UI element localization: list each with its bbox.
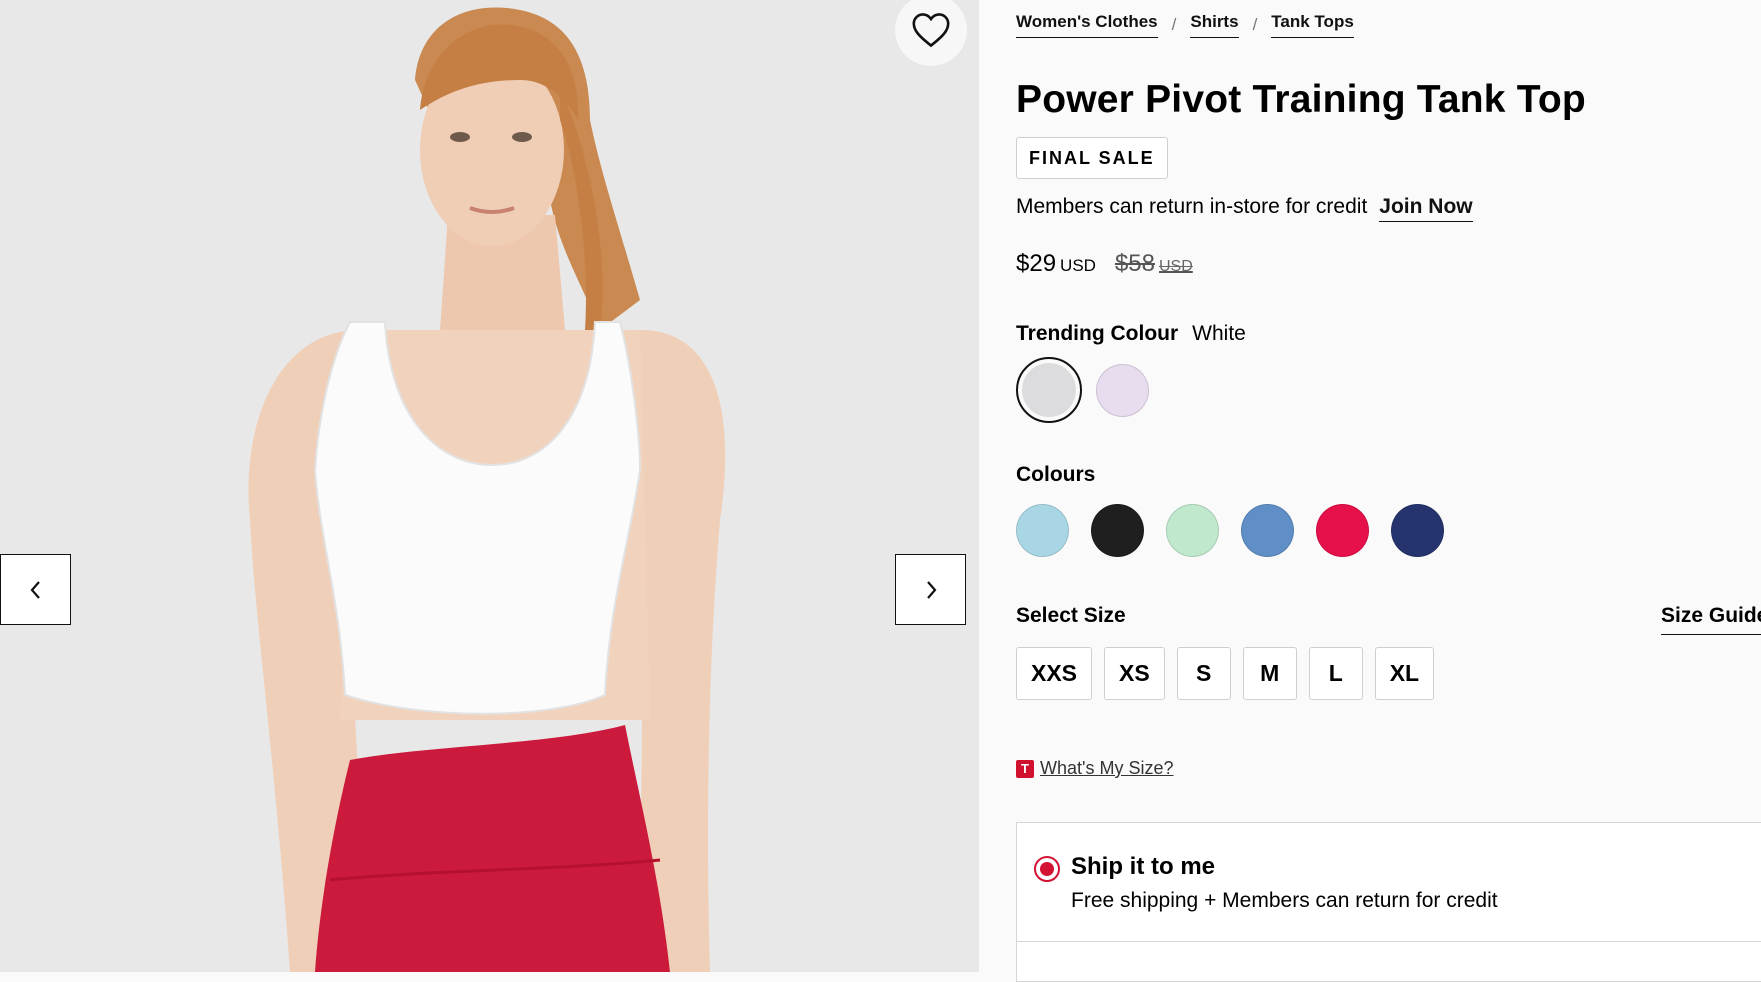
current-price: $29 USD: [1016, 250, 1096, 278]
size-option-s[interactable]: S: [1176, 647, 1231, 700]
product-title: Power Pivot Training Tank Top: [1016, 78, 1586, 121]
colour-swatch[interactable]: [1391, 504, 1444, 557]
size-option-l[interactable]: L: [1308, 647, 1363, 700]
size-option-xxs[interactable]: XXS: [1016, 647, 1093, 700]
select-size-heading: Select Size: [1016, 604, 1126, 627]
colour-swatch[interactable]: [1316, 504, 1369, 557]
product-image-gallery: [0, 0, 979, 972]
breadcrumb-shirts[interactable]: Shirts: [1190, 12, 1239, 38]
size-option-xl[interactable]: XL: [1374, 647, 1435, 700]
member-return-text: Members can return in-store for credit: [1016, 195, 1368, 218]
breadcrumb-tank-tops[interactable]: Tank Tops: [1271, 12, 1354, 38]
radio-dot: [1040, 862, 1054, 876]
colour-swatch[interactable]: [1091, 504, 1144, 557]
join-now-link[interactable]: Join Now: [1379, 195, 1473, 222]
breadcrumb: Women's Clothes / Shirts / Tank Tops: [1016, 12, 1354, 38]
product-info-panel: Women's Clothes / Shirts / Tank Tops Pow…: [979, 0, 1761, 982]
selected-colour-name: White: [1192, 322, 1246, 345]
colour-swatches: [1016, 504, 1466, 557]
whats-my-size: T What's My Size?: [1016, 758, 1173, 779]
original-price-value: $58: [1114, 250, 1155, 277]
fit-tool-logo-icon: T: [1016, 759, 1034, 778]
product-photo: [0, 0, 979, 972]
colour-swatch-selected[interactable]: [1016, 357, 1082, 423]
ship-option-subtitle: Free shipping + Members can return for c…: [1071, 889, 1498, 912]
breadcrumb-womens-clothes[interactable]: Women's Clothes: [1016, 12, 1158, 38]
colour-swatch[interactable]: [1096, 363, 1149, 417]
next-image-button[interactable]: [895, 554, 966, 625]
ship-option-title: Ship it to me: [1071, 853, 1215, 880]
heart-icon: [912, 13, 950, 48]
previous-image-button[interactable]: [0, 554, 71, 625]
price-block: $29 USD $58 USD: [1016, 250, 1193, 278]
trending-colour-label: Trending Colour: [1016, 322, 1179, 345]
whats-my-size-link[interactable]: What's My Size?: [1040, 758, 1173, 779]
ship-radio-selected[interactable]: [1034, 856, 1060, 882]
member-return-info: Members can return in-store for credit J…: [1016, 195, 1473, 222]
size-option-m[interactable]: M: [1242, 647, 1297, 700]
size-options: XXS XS S M L XL: [1016, 647, 1435, 700]
trending-swatches: [1016, 357, 1171, 423]
original-price: $58 USD: [1115, 250, 1193, 278]
chevron-right-icon: [926, 580, 936, 599]
colour-swatch[interactable]: [1016, 504, 1069, 557]
current-price-value: $29: [1016, 250, 1057, 277]
size-guide-link[interactable]: Size Guide: [1661, 604, 1761, 635]
shipping-option-card[interactable]: Ship it to me Free shipping + Members ca…: [1016, 822, 1761, 982]
original-price-currency: USD: [1159, 258, 1193, 275]
trending-colour-heading: Trending Colour White: [1016, 322, 1246, 346]
current-price-currency: USD: [1060, 256, 1096, 275]
colour-swatch[interactable]: [1241, 504, 1294, 557]
colour-swatch[interactable]: [1166, 504, 1219, 557]
breadcrumb-separator: /: [1171, 15, 1177, 34]
size-option-xs[interactable]: XS: [1104, 647, 1165, 700]
final-sale-badge: FINAL SALE: [1016, 137, 1168, 179]
colours-heading: Colours: [1016, 463, 1096, 486]
divider: [1017, 941, 1761, 942]
breadcrumb-separator: /: [1252, 15, 1258, 34]
chevron-left-icon: [30, 580, 40, 599]
